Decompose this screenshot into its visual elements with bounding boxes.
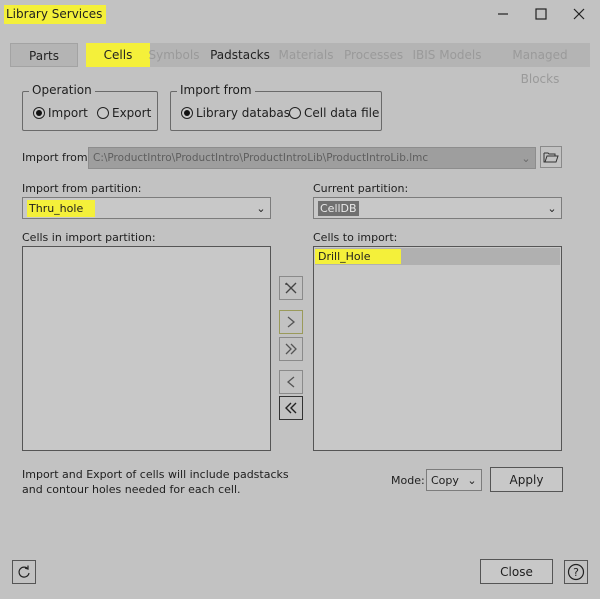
tab-symbols: Symbols [148,48,200,62]
tab-materials: Materials [278,48,334,62]
delete-icon [285,282,297,294]
import-partition-label: Import from partition: [22,182,142,195]
tab-bar: Parts Cells Symbols Padstacks Materials … [10,43,590,86]
chevron-down-icon: ⌄ [256,201,266,215]
import-partition-value: Thru_hole [23,199,252,217]
minimize-button[interactable] [492,4,514,24]
minimize-icon [498,13,508,15]
maximize-button[interactable] [530,4,552,24]
close-window-button[interactable] [568,4,590,24]
chevron-left-icon [286,376,295,388]
current-partition-value: CellDB [318,200,359,216]
radio-library-database-label: Library database [196,106,298,120]
title-bar: Library Services [0,0,600,30]
cells-in-partition-label: Cells in import partition: [22,231,156,244]
mode-select[interactable]: Copy ⌄ [426,469,482,491]
radio-import-indicator [33,107,45,119]
operation-legend: Operation [29,83,95,97]
add-button[interactable] [279,310,303,334]
refresh-icon [18,565,30,578]
radio-cell-data-file[interactable]: Cell data file [289,106,379,120]
info-note: Import and Export of cells will include … [22,467,289,497]
chevron-down-icon: ⌄ [521,151,531,165]
tab-processes: Processes [344,48,404,62]
tab-managed-blocks: Managed Blocks [512,48,568,86]
folder-icon [543,152,559,163]
remove-all-back-button[interactable] [279,396,303,420]
close-button[interactable]: Close [480,559,553,584]
tab-ibis-models: IBIS Models [412,48,482,62]
cells-in-partition-list[interactable] [22,246,271,451]
browse-button[interactable] [540,146,562,168]
apply-button[interactable]: Apply [490,467,563,492]
chevron-down-icon: ⌄ [467,473,477,487]
radio-export[interactable]: Export [97,106,151,120]
chevron-right-icon [287,316,296,328]
chevron-down-icon: ⌄ [547,201,557,215]
remove-button[interactable] [279,370,303,394]
refresh-button[interactable] [12,560,36,584]
double-chevron-left-icon [285,402,297,414]
help-button[interactable]: ? [564,560,588,584]
cells-to-import-list[interactable]: Drill_Hole [313,246,562,451]
tab-parts[interactable]: Parts [10,43,78,67]
mode-value: Copy [431,473,459,487]
radio-library-database-indicator [181,107,193,119]
remove-all-button[interactable] [279,276,303,300]
add-all-button[interactable] [279,337,303,361]
radio-import[interactable]: Import [33,106,88,120]
list-item[interactable]: Drill_Hole [315,248,560,265]
radio-library-database[interactable]: Library database [181,106,297,120]
radio-cell-data-file-label: Cell data file [304,106,380,120]
mode-label: Mode: [391,474,425,487]
import-partition-select[interactable]: Thru_hole ⌄ [22,197,271,219]
current-partition-select[interactable]: CellDB ⌄ [313,197,562,219]
radio-export-indicator [97,107,109,119]
current-partition-label: Current partition: [313,182,409,195]
operation-group: Operation Import Export [22,83,158,131]
import-path-combo: C:\ProductIntro\ProductIntro\ProductIntr… [88,147,536,169]
window-title: Library Services [4,5,107,24]
info-note-line-2: and contour holes needed for each cell. [22,483,241,496]
import-from-group: Import from Library database Cell data f… [170,83,382,131]
import-path-value: C:\ProductIntro\ProductIntro\ProductIntr… [93,152,429,164]
svg-text:?: ? [573,566,579,579]
import-path-label: Import from: [22,151,92,164]
tab-cells[interactable]: Cells [86,43,150,67]
info-note-line-1: Import and Export of cells will include … [22,468,289,481]
cells-to-import-label: Cells to import: [313,231,398,244]
import-from-legend: Import from [177,83,255,97]
tab-padstacks[interactable]: Padstacks [208,43,272,67]
maximize-icon [535,8,547,20]
help-icon: ? [567,563,585,581]
double-chevron-right-icon [285,343,297,355]
close-icon [573,8,585,20]
list-item-label: Drill_Hole [315,249,401,264]
radio-export-label: Export [112,106,152,120]
radio-cell-data-file-indicator [289,107,301,119]
radio-import-label: Import [48,106,88,120]
